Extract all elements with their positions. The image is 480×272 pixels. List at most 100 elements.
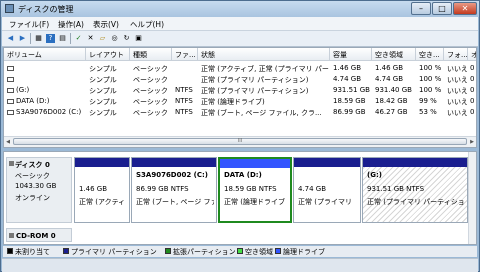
cell-status: 正常 (プライマリ パーティション) (201, 87, 309, 95)
cell-free-percent: 53 % (419, 108, 437, 116)
volume-icon (7, 88, 14, 93)
refresh-icon[interactable]: ↻ (122, 34, 131, 43)
cell-volume: DATA (D:) (16, 97, 50, 105)
cell-filesystem: NTFS (175, 86, 193, 94)
legend: 未割り当て プライマリ パーティション 拡張パーティション 空き領域 論理ドライ… (3, 246, 477, 257)
cell-capacity: 18.59 GB (333, 97, 366, 105)
disk0-info[interactable]: ディスク 0 ベーシック 1043.30 GB オンライン (6, 157, 72, 223)
partition-status: 正常 (ブート, ページ ファ (136, 198, 214, 206)
partition-g[interactable]: (G:) 931.51 GB NTFS 正常 (プライマリ パーティショ (362, 157, 468, 223)
column-header-layout[interactable]: レイアウト (86, 48, 130, 61)
folder-icon[interactable]: ▱ (98, 34, 107, 43)
cell-capacity: 931.51 GB (333, 86, 370, 94)
back-icon[interactable]: ◀ (6, 34, 15, 43)
cell-volume: (G:) (16, 86, 30, 94)
cell-overhead: 0 (470, 108, 475, 116)
partition-title: DATA (D:) (224, 171, 262, 179)
table-row[interactable]: シンプル ベーシック 正常 (アクティブ, 正常 (プライマリ パーティション)… (4, 63, 476, 74)
cell-layout: シンプル (89, 76, 117, 84)
partition-size: 931.51 GB NTFS (367, 185, 425, 193)
partition-size: 18.59 GB NTFS (224, 185, 277, 193)
disk-icon (9, 161, 14, 166)
scroll-left-icon[interactable]: ◀ (4, 138, 12, 146)
title-bar: ディスクの管理 – □ ✕ (1, 1, 479, 17)
menu-bar: ファイル(F) 操作(A) 表示(V) ヘルプ(H) (2, 17, 478, 31)
forward-icon[interactable]: ▶ (18, 34, 27, 43)
cdrom-name: CD-ROM 0 (16, 232, 56, 240)
cell-free-space: 1.46 GB (375, 64, 404, 72)
maximize-button[interactable]: □ (432, 2, 452, 15)
cell-free-percent: 100 % (419, 75, 442, 83)
cdrom-icon (9, 233, 14, 238)
cell-status: 正常 (ブート, ページ ファイル, クラ... (201, 109, 322, 117)
volume-icon (7, 77, 14, 82)
table-row[interactable]: S3A9076D002 (C:) シンプル ベーシック NTFS 正常 (ブート… (4, 107, 476, 118)
column-header-fault-tolerance[interactable]: フォ... (444, 48, 468, 61)
help-icon[interactable]: ? (46, 34, 55, 43)
vertical-scrollbar[interactable] (468, 152, 476, 244)
cell-free-space: 4.74 GB (375, 75, 404, 83)
close-button[interactable]: ✕ (453, 2, 477, 15)
partition-d-selected[interactable]: DATA (D:) 18.59 GB NTFS 正常 (論理ドライブ (218, 157, 292, 223)
partition-c[interactable]: S3A9076D002 (C:) 86.99 GB NTFS 正常 (ブート, … (131, 157, 217, 223)
table-row[interactable]: (G:) シンプル ベーシック NTFS 正常 (プライマリ パーティション) … (4, 85, 476, 96)
cdrom0-info[interactable]: CD-ROM 0 (6, 228, 72, 242)
settings-icon[interactable]: ▣ (134, 34, 143, 43)
table-row[interactable]: シンプル ベーシック 正常 (プライマリ パーティション) 4.74 GB 4.… (4, 74, 476, 85)
legend-label: 拡張パーティション (173, 248, 236, 256)
horizontal-scrollbar[interactable]: ◀ III ▶ (4, 136, 476, 147)
column-header-capacity[interactable]: 容量 (330, 48, 372, 61)
legend-swatch-logical (275, 248, 281, 254)
cell-overhead: 0 (470, 64, 475, 72)
column-header-type[interactable]: 種類 (130, 48, 172, 61)
cell-capacity: 86.99 GB (333, 108, 366, 116)
scroll-thumb[interactable]: III (13, 138, 467, 145)
menu-action[interactable]: 操作(A) (58, 19, 84, 30)
cell-status: 正常 (論理ドライブ) (201, 98, 265, 106)
cell-free-space: 931.40 GB (375, 86, 412, 94)
cell-type: ベーシック (133, 65, 168, 73)
cell-capacity: 1.46 GB (333, 64, 362, 72)
disk0-status: オンライン (15, 194, 50, 202)
legend-swatch-primary (63, 248, 69, 254)
cell-filesystem: NTFS (175, 108, 193, 116)
partition-title: S3A9076D002 (C:) (136, 171, 209, 179)
partition-status: 正常 (論理ドライブ (224, 198, 285, 206)
partition-unnamed[interactable]: 4.74 GB 正常 (プライマリ (293, 157, 361, 223)
menu-view[interactable]: 表示(V) (93, 19, 119, 30)
menu-file[interactable]: ファイル(F) (9, 19, 49, 30)
column-header-status[interactable]: 状態 (198, 48, 330, 61)
cell-free-space: 18.42 GB (375, 97, 408, 105)
column-header-filesystem[interactable]: ファ... (172, 48, 198, 61)
partition-recovery[interactable]: 1.46 GB 正常 (アクティ (74, 157, 130, 223)
toolbar-separator (70, 33, 71, 44)
legend-label: 空き領域 (245, 248, 273, 256)
cell-fault-tolerance: いいえ (447, 65, 467, 73)
disk-layout-pane: ディスク 0 ベーシック 1043.30 GB オンライン 1.46 GB 正常… (3, 151, 477, 245)
cell-overhead: 0 (470, 86, 475, 94)
partition-bar (294, 158, 360, 167)
cell-status: 正常 (プライマリ パーティション) (201, 76, 309, 84)
column-header-overhead[interactable]: オ (468, 48, 476, 61)
disk0-size: 1043.30 GB (15, 182, 57, 190)
delete-icon[interactable]: ✕ (86, 34, 95, 43)
disk0-type: ベーシック (15, 172, 50, 180)
menu-help[interactable]: ヘルプ(H) (130, 19, 164, 30)
toolbar-separator (30, 33, 31, 44)
app-icon (5, 4, 14, 13)
scroll-right-icon[interactable]: ▶ (468, 138, 476, 146)
cell-filesystem: NTFS (175, 97, 193, 105)
search-icon[interactable]: ◎ (110, 34, 119, 43)
list-view-icon[interactable]: ▦ (34, 34, 43, 43)
check-icon[interactable]: ✓ (74, 34, 83, 43)
column-header-free-percent[interactable]: 空き... (416, 48, 444, 61)
properties-icon[interactable]: ▤ (58, 34, 67, 43)
table-row[interactable]: DATA (D:) シンプル ベーシック NTFS 正常 (論理ドライブ) 18… (4, 96, 476, 107)
legend-label: 論理ドライブ (283, 248, 325, 256)
column-header-volume[interactable]: ボリューム (4, 48, 86, 61)
partition-title: (G:) (367, 171, 382, 179)
toolbar: ◀ ▶ ▦ ? ▤ ✓ ✕ ▱ ◎ ↻ ▣ (2, 31, 478, 47)
minimize-button[interactable]: – (411, 2, 431, 15)
cell-overhead: 0 (470, 97, 475, 105)
column-header-free-space[interactable]: 空き領域 (372, 48, 416, 61)
